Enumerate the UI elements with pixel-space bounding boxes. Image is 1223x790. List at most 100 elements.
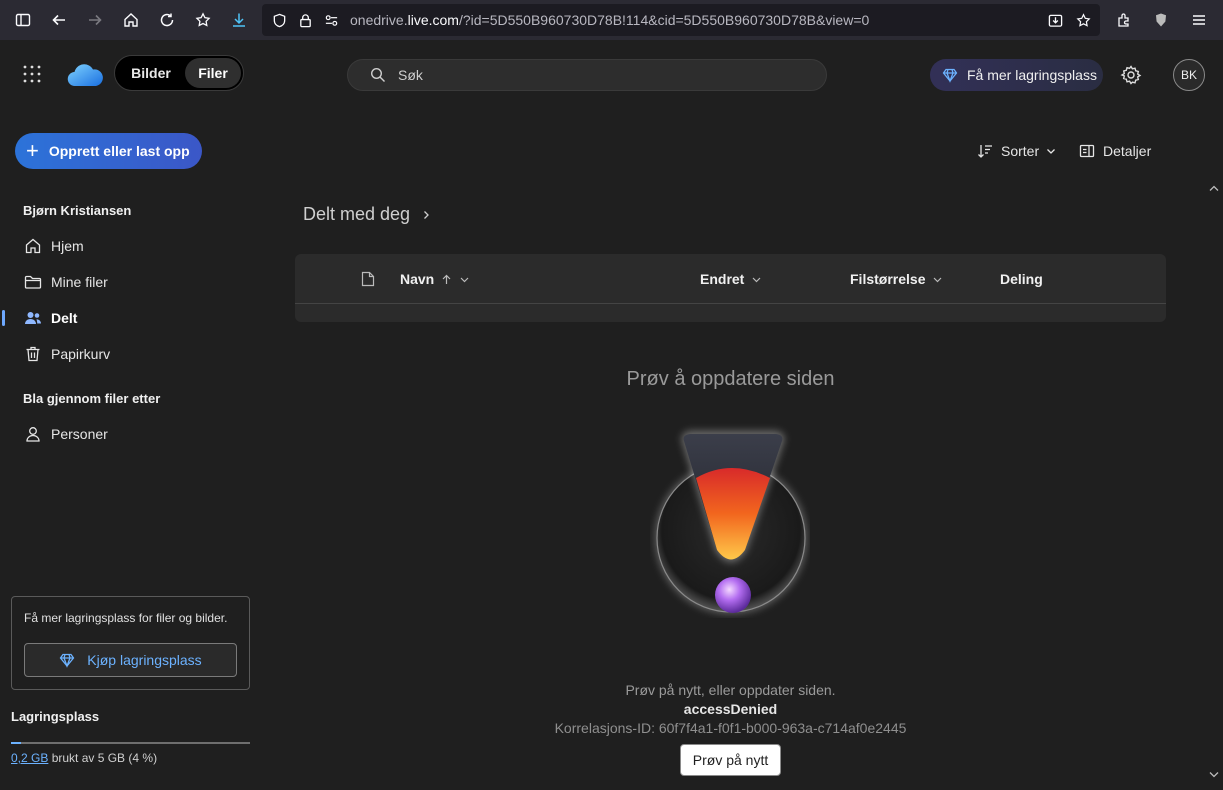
- onedrive-logo[interactable]: [66, 62, 104, 88]
- home-browser-icon[interactable]: [113, 0, 149, 40]
- column-sharing[interactable]: Deling: [1000, 271, 1043, 287]
- sidebar-item-label: Mine filer: [51, 274, 108, 290]
- people-icon: [25, 312, 41, 324]
- create-or-upload-button[interactable]: + Opprett eller last opp: [15, 133, 202, 169]
- column-file-size-label: Filstørrelse: [850, 271, 926, 287]
- bookmark-star-icon[interactable]: [185, 0, 221, 40]
- sidebar-item-home[interactable]: Hjem: [0, 228, 262, 264]
- menu-icon[interactable]: [1181, 0, 1217, 40]
- lock-icon[interactable]: [292, 13, 318, 28]
- chevron-down-icon: [460, 277, 469, 282]
- sidebar-toggle-icon[interactable]: [5, 0, 41, 40]
- file-list-header: Navn Endret Filstørrelse Deling: [295, 254, 1166, 304]
- avatar[interactable]: BK: [1173, 59, 1205, 91]
- error-message: Prøv på nytt, eller oppdater siden.: [625, 682, 836, 698]
- app-header: Bilder Filer Få mer lagringsplass BK: [0, 40, 1223, 108]
- storage-usage: 0,2 GB brukt av 5 GB (4 %): [11, 751, 157, 765]
- breadcrumb-item[interactable]: Delt med deg: [303, 204, 410, 225]
- files-tab[interactable]: Filer: [185, 58, 241, 88]
- upsell-text: Få mer lagringsplass for filer og bilder…: [24, 611, 228, 625]
- correlation-id: Korrelasjons-ID: 60f7f4a1-f0f1-b000-963a…: [554, 720, 907, 736]
- sidebar-item-label: Hjem: [51, 238, 84, 254]
- save-page-icon[interactable]: [1042, 13, 1068, 28]
- search-input[interactable]: [398, 67, 798, 83]
- app-launcher-icon[interactable]: [22, 64, 42, 84]
- shield-icon[interactable]: [266, 13, 292, 28]
- storage-upsell-card: Få mer lagringsplass for filer og bilder…: [11, 596, 250, 690]
- url-prefix: onedrive.: [350, 12, 408, 28]
- buy-storage-button[interactable]: Kjøp lagringsplass: [24, 643, 237, 677]
- chevron-down-icon: [752, 277, 761, 282]
- file-list: Navn Endret Filstørrelse Deling: [295, 254, 1166, 322]
- sort-icon: [978, 145, 992, 158]
- column-name-label: Navn: [400, 271, 435, 287]
- home-icon: [25, 238, 41, 254]
- error-title: Prøv å oppdatere siden: [626, 368, 835, 390]
- storage-title: Lagringsplass: [11, 709, 100, 724]
- main-content: Sorter Detaljer Delt med deg Navn Endret: [262, 108, 1223, 790]
- forward-icon[interactable]: [77, 0, 113, 40]
- sidebar-item-people[interactable]: Personer: [0, 416, 262, 452]
- error-code: accessDenied: [683, 701, 778, 717]
- diamond-icon: [59, 653, 75, 668]
- column-file-size[interactable]: Filstørrelse: [850, 271, 943, 287]
- storage-progress-fill: [11, 742, 21, 744]
- create-or-upload-label: Opprett eller last opp: [48, 143, 190, 159]
- sidebar-item-label: Personer: [51, 426, 108, 442]
- sidebar-item-my-files[interactable]: Mine filer: [0, 264, 262, 300]
- brave-shield-icon[interactable]: [1143, 0, 1179, 40]
- chevron-right-icon: [424, 210, 429, 219]
- sidebar-item-recycle-bin[interactable]: Papirkurv: [0, 336, 262, 372]
- extensions-icon[interactable]: [1106, 0, 1142, 40]
- diamond-icon: [942, 68, 958, 83]
- scroll-down-arrow-icon[interactable]: [1209, 771, 1219, 779]
- onedrive-app: Bilder Filer Få mer lagringsplass BK + O…: [0, 40, 1223, 790]
- browse-section-title: Bla gjennom filer etter: [23, 391, 161, 406]
- sidebar-item-label: Delt: [51, 310, 78, 326]
- permissions-icon[interactable]: [318, 13, 344, 28]
- photos-tab[interactable]: Bilder: [119, 58, 183, 88]
- search-icon: [370, 67, 385, 82]
- breadcrumb: Delt med deg: [303, 204, 432, 225]
- sort-button[interactable]: Sorter: [977, 140, 1057, 162]
- user-name: Bjørn Kristiansen: [23, 203, 132, 218]
- bookmark-page-icon[interactable]: [1070, 12, 1096, 28]
- url-rest: /?id=5D550B960730D78B!114&cid=5D550B9607…: [458, 12, 870, 28]
- url-host: live.com: [407, 12, 459, 28]
- column-modified[interactable]: Endret: [700, 271, 762, 287]
- retry-button[interactable]: Prøv på nytt: [680, 744, 781, 776]
- sort-ascending-icon: [442, 274, 451, 284]
- column-modified-label: Endret: [700, 271, 745, 287]
- active-indicator: [2, 310, 5, 326]
- reload-icon[interactable]: [149, 0, 185, 40]
- file-type-icon: [361, 271, 375, 287]
- details-pane-icon: [1079, 144, 1095, 158]
- get-more-storage-label: Få mer lagringsplass: [967, 67, 1097, 83]
- trash-icon: [26, 346, 40, 362]
- sidebar-item-label: Papirkurv: [51, 346, 111, 362]
- details-label: Detaljer: [1103, 143, 1152, 159]
- storage-used-link[interactable]: 0,2 GB: [11, 751, 48, 765]
- url-text[interactable]: onedrive.live.com/?id=5D550B960730D78B!1…: [350, 12, 869, 28]
- chevron-down-icon: [934, 277, 942, 282]
- storage-progress-bar: [11, 742, 250, 744]
- error-exclamation-illustration: [655, 431, 807, 614]
- back-icon[interactable]: [41, 0, 77, 40]
- address-bar[interactable]: onedrive.live.com/?id=5D550B960730D78B!1…: [262, 4, 1100, 36]
- folder-icon: [24, 275, 42, 289]
- scroll-up-arrow-icon[interactable]: [1209, 184, 1219, 192]
- sidebar: + Opprett eller last opp Bjørn Kristians…: [0, 108, 262, 790]
- search-box: [347, 59, 827, 91]
- person-icon: [26, 427, 40, 442]
- details-button[interactable]: Detaljer: [1079, 140, 1151, 162]
- buy-storage-label: Kjøp lagringsplass: [87, 652, 202, 668]
- view-switcher: Bilder Filer: [114, 55, 244, 91]
- get-more-storage-button[interactable]: Få mer lagringsplass: [930, 59, 1103, 91]
- chevron-down-icon: [1047, 149, 1056, 154]
- sidebar-item-shared[interactable]: Delt: [0, 300, 262, 336]
- column-sharing-label: Deling: [1000, 271, 1043, 287]
- settings-gear-icon[interactable]: [1120, 64, 1142, 86]
- plus-icon: +: [26, 138, 39, 163]
- download-icon[interactable]: [221, 0, 257, 40]
- column-name[interactable]: Navn: [400, 271, 470, 287]
